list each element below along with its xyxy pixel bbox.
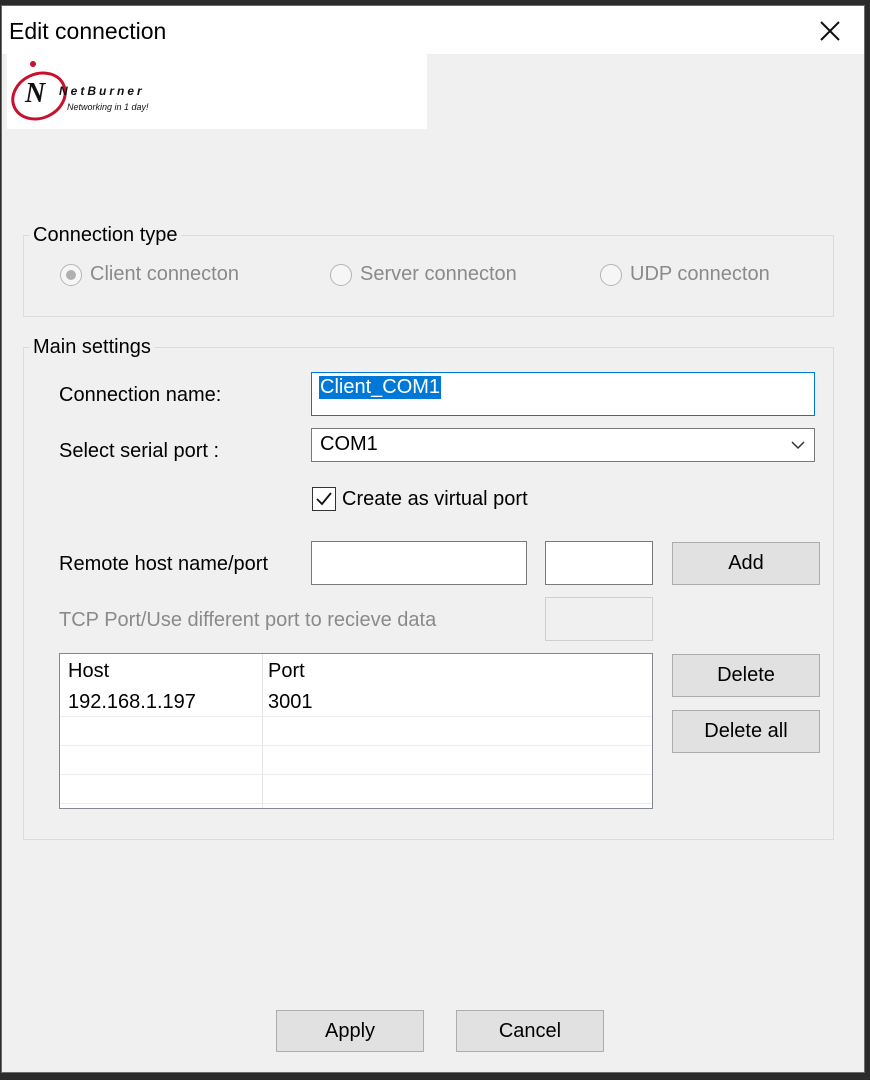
radio-unselected-icon (600, 263, 622, 286)
tcp-port-input (545, 597, 653, 641)
cancel-button[interactable]: Cancel (456, 1010, 604, 1052)
remote-port-input[interactable] (545, 541, 653, 585)
radio-server-connection[interactable]: Server connecton (330, 263, 517, 286)
remote-host-label: Remote host name/port (59, 553, 268, 575)
column-header-port[interactable]: Port (268, 660, 305, 683)
column-header-host[interactable]: Host (68, 660, 109, 683)
radio-server-label: Server connecton (360, 263, 517, 285)
tcp-port-label: TCP Port/Use different port to recieve d… (59, 609, 437, 631)
edit-connection-dialog: Edit connection N NetBurner Networking i… (1, 5, 865, 1073)
host-port-list[interactable]: Host Port 192.168.1.197 3001 (59, 653, 653, 809)
add-button[interactable]: Add (672, 542, 820, 585)
chevron-down-icon (790, 438, 806, 456)
logo-brand: NetBurner (59, 84, 145, 98)
connection-name-input[interactable]: Client_COM1 (311, 372, 815, 416)
table-row-host[interactable]: 192.168.1.197 (68, 691, 196, 714)
serial-port-label: Select serial port : (59, 440, 220, 462)
connection-type-legend: Connection type (30, 224, 181, 247)
delete-button[interactable]: Delete (672, 654, 820, 697)
checkbox-checked-icon (312, 487, 336, 511)
netburner-logo: N NetBurner Networking in 1 day! (7, 54, 427, 129)
serial-port-select[interactable]: COM1 (311, 428, 815, 462)
radio-udp-connection[interactable]: UDP connecton (600, 263, 770, 286)
row-divider (60, 745, 652, 746)
delete-all-button[interactable]: Delete all (672, 710, 820, 753)
table-row-port[interactable]: 3001 (268, 691, 313, 714)
virtual-port-label: Create as virtual port (342, 487, 528, 510)
apply-button[interactable]: Apply (276, 1010, 424, 1052)
radio-client-connection[interactable]: Client connecton (60, 263, 239, 286)
radio-unselected-icon (330, 263, 352, 286)
radio-udp-label: UDP connecton (630, 263, 770, 285)
row-divider (60, 774, 652, 775)
row-divider (60, 803, 652, 804)
radio-selected-icon (60, 263, 82, 286)
row-divider (60, 716, 652, 717)
radio-client-label: Client connecton (90, 263, 239, 285)
column-separator (262, 654, 263, 808)
connection-name-value: Client_COM1 (319, 376, 442, 399)
remote-host-input[interactable] (311, 541, 527, 585)
serial-port-value: COM1 (320, 433, 378, 455)
title-bar: Edit connection (2, 6, 864, 54)
main-settings-legend: Main settings (30, 336, 154, 359)
window-title: Edit connection (9, 18, 167, 44)
logo-tagline: Networking in 1 day! (67, 102, 149, 112)
virtual-port-checkbox[interactable]: Create as virtual port (312, 487, 528, 511)
svg-text:N: N (24, 78, 47, 109)
close-icon[interactable] (817, 18, 843, 44)
connection-name-label: Connection name: (59, 384, 222, 406)
